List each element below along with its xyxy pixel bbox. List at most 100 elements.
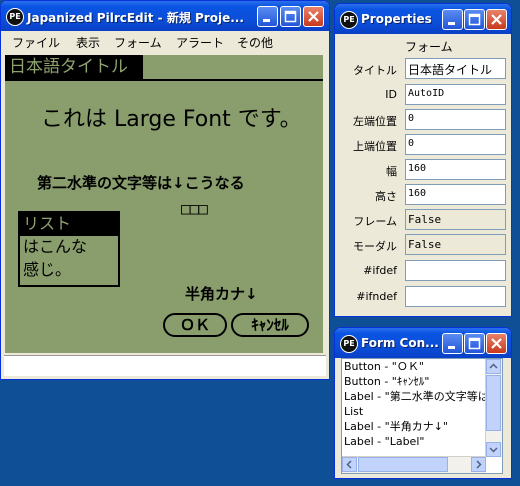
- prop-label: 高さ: [375, 190, 397, 203]
- maximize-button[interactable]: [464, 333, 485, 354]
- menu-alert[interactable]: アラート: [176, 34, 224, 51]
- prop-label: ID: [385, 88, 397, 101]
- horizontal-scrollbar[interactable]: [342, 456, 486, 473]
- prop-label: 幅: [386, 165, 397, 178]
- minimize-icon: [263, 19, 270, 22]
- prop-row-frame: フレーム False: [335, 207, 507, 231]
- list-item[interactable]: Button - "ｷｬﾝｾﾙ": [342, 374, 502, 389]
- ok-button[interactable]: ＯＫ: [163, 313, 227, 337]
- main-window: PE Japanized PilrcEdit - 新規 Proje... ファイ…: [0, 0, 330, 380]
- prop-frame-field[interactable]: False: [405, 209, 506, 230]
- close-button[interactable]: [303, 6, 324, 27]
- form-contents-list[interactable]: Button - "ＯＫ" Button - "ｷｬﾝｾﾙ" Label - "…: [341, 358, 503, 474]
- form-title[interactable]: 日本語タイトル: [5, 55, 143, 80]
- prop-height-field[interactable]: 160: [405, 184, 506, 205]
- properties-header: フォーム: [405, 40, 453, 54]
- prop-label: 上端位置: [353, 140, 397, 153]
- kanji-level2-label[interactable]: 第二水準の文字等は↓こうなる: [37, 172, 245, 193]
- prop-label: #ifdef: [363, 264, 397, 277]
- maximize-button[interactable]: [464, 9, 485, 30]
- minimize-button[interactable]: [442, 9, 463, 30]
- close-button[interactable]: [486, 333, 507, 354]
- prop-row-id: ID AutoID: [335, 82, 507, 106]
- app-icon[interactable]: PE: [340, 11, 358, 29]
- prop-row-ifndef: #ifndef: [335, 284, 507, 308]
- maximize-icon: [468, 13, 481, 26]
- main-titlebar[interactable]: PE Japanized PilrcEdit - 新規 Proje...: [1, 1, 329, 31]
- large-font-label[interactable]: これは Large Font です。: [41, 101, 302, 133]
- missing-glyph-boxes[interactable]: □□□: [181, 199, 208, 218]
- minimize-button[interactable]: [442, 333, 463, 354]
- menu-view[interactable]: 表示: [76, 34, 100, 51]
- close-icon: [491, 14, 502, 25]
- prop-id-field[interactable]: AutoID: [405, 84, 506, 105]
- maximize-icon: [468, 337, 481, 350]
- prop-label: フレーム: [353, 215, 397, 228]
- prop-label: モーダル: [353, 240, 397, 253]
- form-title-divider: [5, 79, 323, 81]
- arrow-up-icon: [489, 363, 498, 369]
- scroll-up-button[interactable]: [486, 359, 501, 374]
- status-strip: [4, 355, 326, 376]
- minimize-button[interactable]: [257, 6, 278, 27]
- list-item[interactable]: List: [342, 404, 502, 419]
- form-list[interactable]: リスト はこんな 感じ。: [18, 211, 120, 287]
- prop-top-field[interactable]: 0: [405, 134, 506, 155]
- prop-modal-field[interactable]: False: [405, 234, 506, 255]
- close-icon: [308, 11, 319, 22]
- scroll-thumb[interactable]: [486, 375, 501, 431]
- prop-row-ifdef: #ifdef: [335, 258, 507, 282]
- minimize-icon: [448, 346, 455, 349]
- prop-left-field[interactable]: 0: [405, 109, 506, 130]
- prop-row-title: タイトル 日本語タイトル: [335, 56, 507, 80]
- prop-label: 左端位置: [353, 115, 397, 128]
- cancel-button[interactable]: ｷｬﾝｾﾙ: [231, 313, 309, 337]
- properties-titlebar[interactable]: PE Properties: [335, 4, 511, 34]
- maximize-button[interactable]: [280, 6, 301, 27]
- form-contents-title: Form Con...: [361, 336, 439, 350]
- prop-width-field[interactable]: 160: [405, 159, 506, 180]
- list-item[interactable]: はこんな: [20, 236, 118, 259]
- scroll-left-button[interactable]: [342, 457, 357, 472]
- menu-bar: ファイル 表示 フォーム アラート その他: [4, 31, 326, 51]
- list-item[interactable]: リスト: [20, 213, 118, 236]
- close-icon: [491, 338, 502, 349]
- app-icon[interactable]: PE: [6, 8, 24, 26]
- form-preview-canvas[interactable]: 日本語タイトル これは Large Font です。 第二水準の文字等は↓こうな…: [5, 55, 323, 353]
- list-item[interactable]: Label - "半角カナ↓": [342, 419, 502, 434]
- prop-title-field[interactable]: 日本語タイトル: [405, 58, 506, 79]
- scroll-right-button[interactable]: [471, 457, 486, 472]
- menu-form[interactable]: フォーム: [114, 34, 162, 51]
- menu-file[interactable]: ファイル: [12, 34, 60, 51]
- list-item[interactable]: 感じ。: [20, 259, 118, 282]
- scroll-down-button[interactable]: [486, 442, 501, 457]
- list-item[interactable]: Button - "ＯＫ": [342, 359, 502, 374]
- prop-ifdef-field[interactable]: [405, 260, 506, 281]
- prop-label: #ifndef: [356, 290, 397, 303]
- list-item[interactable]: Label - "第二水準の文字等は: [342, 389, 502, 404]
- maximize-icon: [284, 10, 297, 23]
- main-window-title: Japanized PilrcEdit - 新規 Proje...: [27, 11, 244, 25]
- minimize-icon: [448, 22, 455, 25]
- menu-other[interactable]: その他: [237, 34, 273, 51]
- scroll-thumb[interactable]: [358, 457, 448, 472]
- vertical-scrollbar[interactable]: [485, 359, 502, 457]
- arrow-left-icon: [346, 460, 352, 469]
- form-contents-window: PE Form Con... Button - "ＯＫ" Button - "ｷ…: [334, 327, 512, 479]
- arrow-down-icon: [489, 447, 498, 453]
- list-item[interactable]: Label - "Label": [342, 434, 502, 449]
- prop-label: タイトル: [353, 64, 397, 77]
- properties-window: PE Properties フォーム タイトル 日本語タイトル ID AutoI…: [334, 3, 512, 317]
- prop-row-modal: モーダル False: [335, 232, 507, 256]
- properties-title: Properties: [361, 12, 432, 26]
- prop-ifndef-field[interactable]: [405, 286, 506, 307]
- close-button[interactable]: [486, 9, 507, 30]
- app-icon[interactable]: PE: [340, 335, 358, 353]
- arrow-right-icon: [476, 460, 482, 469]
- prop-row-left: 左端位置 0: [335, 107, 507, 131]
- prop-row-height: 高さ 160: [335, 182, 507, 206]
- form-contents-titlebar[interactable]: PE Form Con...: [335, 328, 511, 358]
- hankaku-kana-label[interactable]: 半角カナ↓: [185, 283, 258, 304]
- prop-row-top: 上端位置 0: [335, 132, 507, 156]
- prop-row-width: 幅 160: [335, 157, 507, 181]
